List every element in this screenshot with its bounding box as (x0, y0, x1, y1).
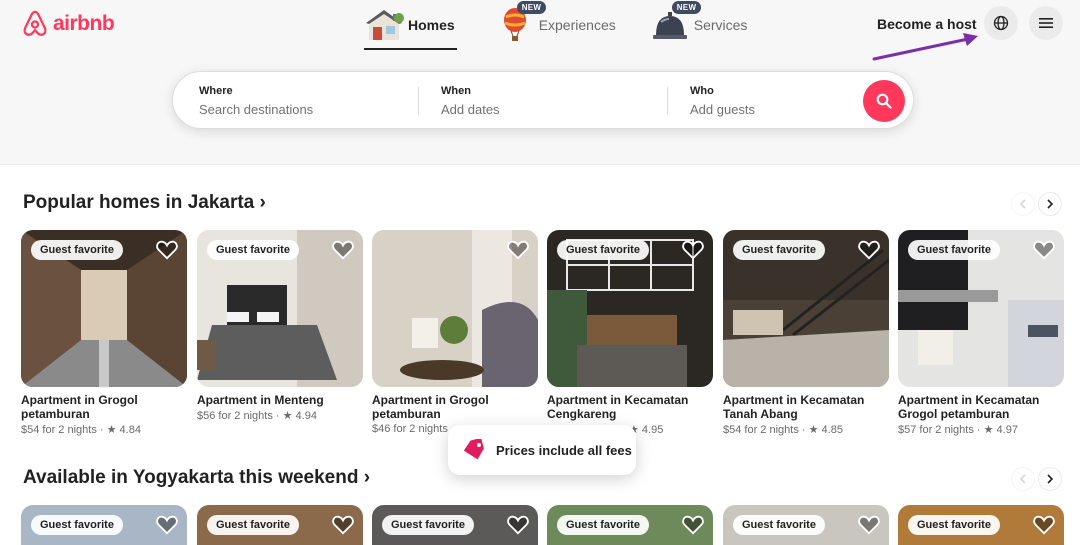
listing-title: Apartment in Kecamatan Grogol petamburan (898, 393, 1040, 421)
guest-favorite-badge: Guest favorite (908, 515, 1000, 535)
search-bar: Where Search destinations When Add dates… (172, 71, 914, 129)
airbnb-logo-icon (23, 10, 47, 36)
listing-photo[interactable]: Guest favorite (547, 505, 713, 545)
heart-icon[interactable] (332, 240, 354, 260)
listing-card[interactable]: Guest favorite Apartment in Kecamatan Ta… (723, 230, 889, 436)
airbnb-logo[interactable]: airbnb (20, 9, 115, 39)
listing-card[interactable]: Guest favorite Apartment in Menteng $56 … (197, 230, 363, 422)
search-divider (418, 87, 419, 115)
heart-icon[interactable] (507, 515, 529, 535)
heart-icon[interactable] (507, 240, 529, 260)
listing-photo[interactable]: Guest favorite (197, 505, 363, 545)
guest-favorite-badge: Guest favorite (733, 515, 825, 535)
chevron-right-icon (1047, 199, 1054, 209)
heart-icon[interactable] (1033, 240, 1055, 260)
tab-homes[interactable]: Homes (360, 0, 457, 50)
listing-title: Apartment in Grogol petamburan (372, 393, 489, 421)
section-title-jakarta[interactable]: Popular homes in Jakarta › (23, 192, 266, 214)
listing-meta: $57 for 2 nights · ★ 4.97 (898, 424, 1018, 436)
section-title-yogyakarta[interactable]: Available in Yogyakarta this weekend › (23, 467, 370, 489)
who-input[interactable]: Add guests (690, 102, 755, 117)
guest-favorite-badge: Guest favorite (31, 240, 123, 260)
heart-icon[interactable] (156, 240, 178, 260)
next-button[interactable] (1038, 467, 1062, 491)
listing-photo[interactable]: Guest favorite (21, 505, 187, 545)
guest-favorite-badge: Guest favorite (207, 240, 299, 260)
listing-card[interactable]: Guest favorite Apartment in Grogol petam… (21, 230, 187, 436)
globe-icon (993, 15, 1009, 31)
guest-favorite-badge: Guest favorite (382, 515, 474, 535)
heart-icon[interactable] (682, 240, 704, 260)
listing-photo[interactable] (372, 230, 538, 387)
logo-text: airbnb (53, 12, 115, 35)
where-field[interactable]: Where Search destinations (199, 85, 313, 117)
price-tag-icon (463, 439, 484, 460)
when-input[interactable]: Add dates (441, 102, 500, 117)
next-button[interactable] (1038, 192, 1062, 216)
prices-toast: Prices include all fees (448, 425, 636, 475)
heart-icon[interactable] (156, 515, 178, 535)
heart-icon[interactable] (682, 515, 704, 535)
annotation-arrow (872, 33, 978, 61)
heart-icon[interactable] (858, 515, 880, 535)
listing-title: Apartment in Menteng (197, 393, 324, 407)
heart-icon[interactable] (858, 240, 880, 260)
listing-meta: $56 for 2 nights · ★ 4.94 (197, 410, 317, 422)
tab-experiences[interactable]: NEW Experiences (491, 0, 616, 50)
listing-photo[interactable]: Guest favorite (723, 230, 889, 387)
house-icon (360, 7, 408, 43)
tab-experiences-label: Experiences (538, 17, 616, 33)
listing-photo[interactable]: Guest favorite (898, 230, 1064, 387)
prev-button[interactable] (1011, 192, 1035, 216)
chevron-right-icon (1047, 474, 1054, 484)
heart-icon[interactable] (1033, 515, 1055, 535)
listing-title: Apartment in Grogol petamburan (21, 393, 138, 421)
listing-card[interactable]: Apartment in Grogol petamburan $46 for 2… (372, 230, 538, 435)
who-label: Who (690, 85, 714, 97)
new-badge: NEW (671, 1, 702, 14)
guest-favorite-badge: Guest favorite (557, 515, 649, 535)
guest-favorite-badge: Guest favorite (207, 515, 299, 535)
menu-icon (1039, 18, 1053, 28)
category-nav: Homes NEW Experiences NEW Services (360, 0, 777, 50)
where-input[interactable]: Search destinations (199, 102, 313, 117)
listing-meta: $54 for 2 nights · ★ 4.84 (21, 424, 141, 436)
heart-icon[interactable] (332, 515, 354, 535)
listing-photo[interactable]: Guest favorite (372, 505, 538, 545)
guest-favorite-badge: Guest favorite (908, 240, 1000, 260)
listing-title: Apartment in Kecamatan Tanah Abang (723, 393, 865, 421)
tab-services-label: Services (693, 17, 748, 33)
when-label: When (441, 85, 471, 97)
guest-favorite-badge: Guest favorite (31, 515, 123, 535)
search-divider (667, 87, 668, 115)
listing-card[interactable]: Guest favorite Apartment in Kecamatan Gr… (898, 230, 1064, 436)
listing-photo[interactable]: Guest favorite (898, 505, 1064, 545)
who-field[interactable]: Who Add guests (690, 85, 755, 117)
tab-homes-label: Homes (408, 17, 455, 33)
search-icon (876, 93, 892, 109)
where-label: Where (199, 85, 233, 97)
prev-button[interactable] (1011, 467, 1035, 491)
new-badge: NEW (516, 1, 547, 14)
search-button[interactable] (863, 80, 905, 122)
listing-photo[interactable]: Guest favorite (197, 230, 363, 387)
guest-favorite-badge: Guest favorite (733, 240, 825, 260)
listing-photo[interactable]: Guest favorite (723, 505, 889, 545)
main-menu-button[interactable] (1029, 6, 1063, 40)
listing-card[interactable]: Guest favorite Apartment in Kecamatan Ce… (547, 230, 713, 436)
tab-services[interactable]: NEW Services (646, 0, 748, 50)
chevron-left-icon (1019, 474, 1026, 484)
header: airbnb Homes NEW Experiences NEW Service… (0, 0, 1080, 165)
guest-favorite-badge: Guest favorite (557, 240, 649, 260)
listing-photo[interactable]: Guest favorite (21, 230, 187, 387)
toast-text: Prices include all fees (496, 442, 632, 458)
when-field[interactable]: When Add dates (441, 85, 500, 117)
listing-meta: $54 for 2 nights · ★ 4.85 (723, 424, 843, 436)
listing-photo[interactable]: Guest favorite (547, 230, 713, 387)
chevron-left-icon (1019, 199, 1026, 209)
listing-title: Apartment in Kecamatan Cengkareng (547, 393, 689, 421)
language-button[interactable] (984, 6, 1018, 40)
